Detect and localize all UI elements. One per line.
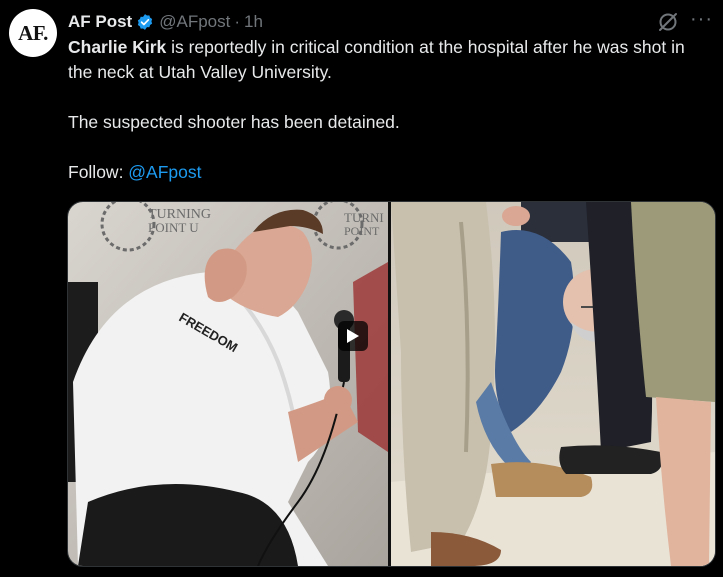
author-name[interactable]: AF Post bbox=[68, 12, 132, 32]
separator-dot: · bbox=[234, 12, 241, 31]
post-paragraph-2: The suspected shooter has been detained. bbox=[68, 112, 400, 132]
backdrop-text: TURNI bbox=[344, 210, 384, 225]
avatar[interactable]: AF. bbox=[9, 9, 57, 57]
post-paragraph-3: Follow: @AFpost bbox=[68, 160, 708, 185]
play-icon bbox=[347, 329, 359, 343]
follow-label: Follow: bbox=[68, 162, 129, 182]
play-button[interactable] bbox=[338, 321, 368, 351]
backdrop-text: POINT U bbox=[148, 220, 199, 235]
follow-link[interactable]: @AFpost bbox=[128, 162, 201, 182]
post-time[interactable]: 1h bbox=[244, 12, 263, 32]
backdrop-text: POINT bbox=[344, 224, 380, 238]
media-image-left[interactable]: TURNING POINT U TURNI POINT FREEDOM bbox=[68, 202, 388, 566]
mentioned-name: Charlie Kirk bbox=[68, 37, 167, 57]
verified-badge-icon bbox=[136, 13, 154, 31]
more-icon[interactable]: ··· bbox=[690, 8, 713, 31]
post-header: AF Post @AFpost · 1h bbox=[68, 10, 723, 34]
post-paragraph-1: Charlie Kirk is reportedly in critical c… bbox=[68, 35, 708, 85]
media-image-right[interactable] bbox=[391, 202, 715, 566]
grok-icon[interactable] bbox=[657, 11, 679, 33]
post-media[interactable]: TURNING POINT U TURNI POINT FREEDOM bbox=[67, 201, 716, 567]
post-text: Charlie Kirk is reportedly in critical c… bbox=[68, 35, 708, 185]
author-handle[interactable]: @AFpost bbox=[159, 12, 230, 32]
